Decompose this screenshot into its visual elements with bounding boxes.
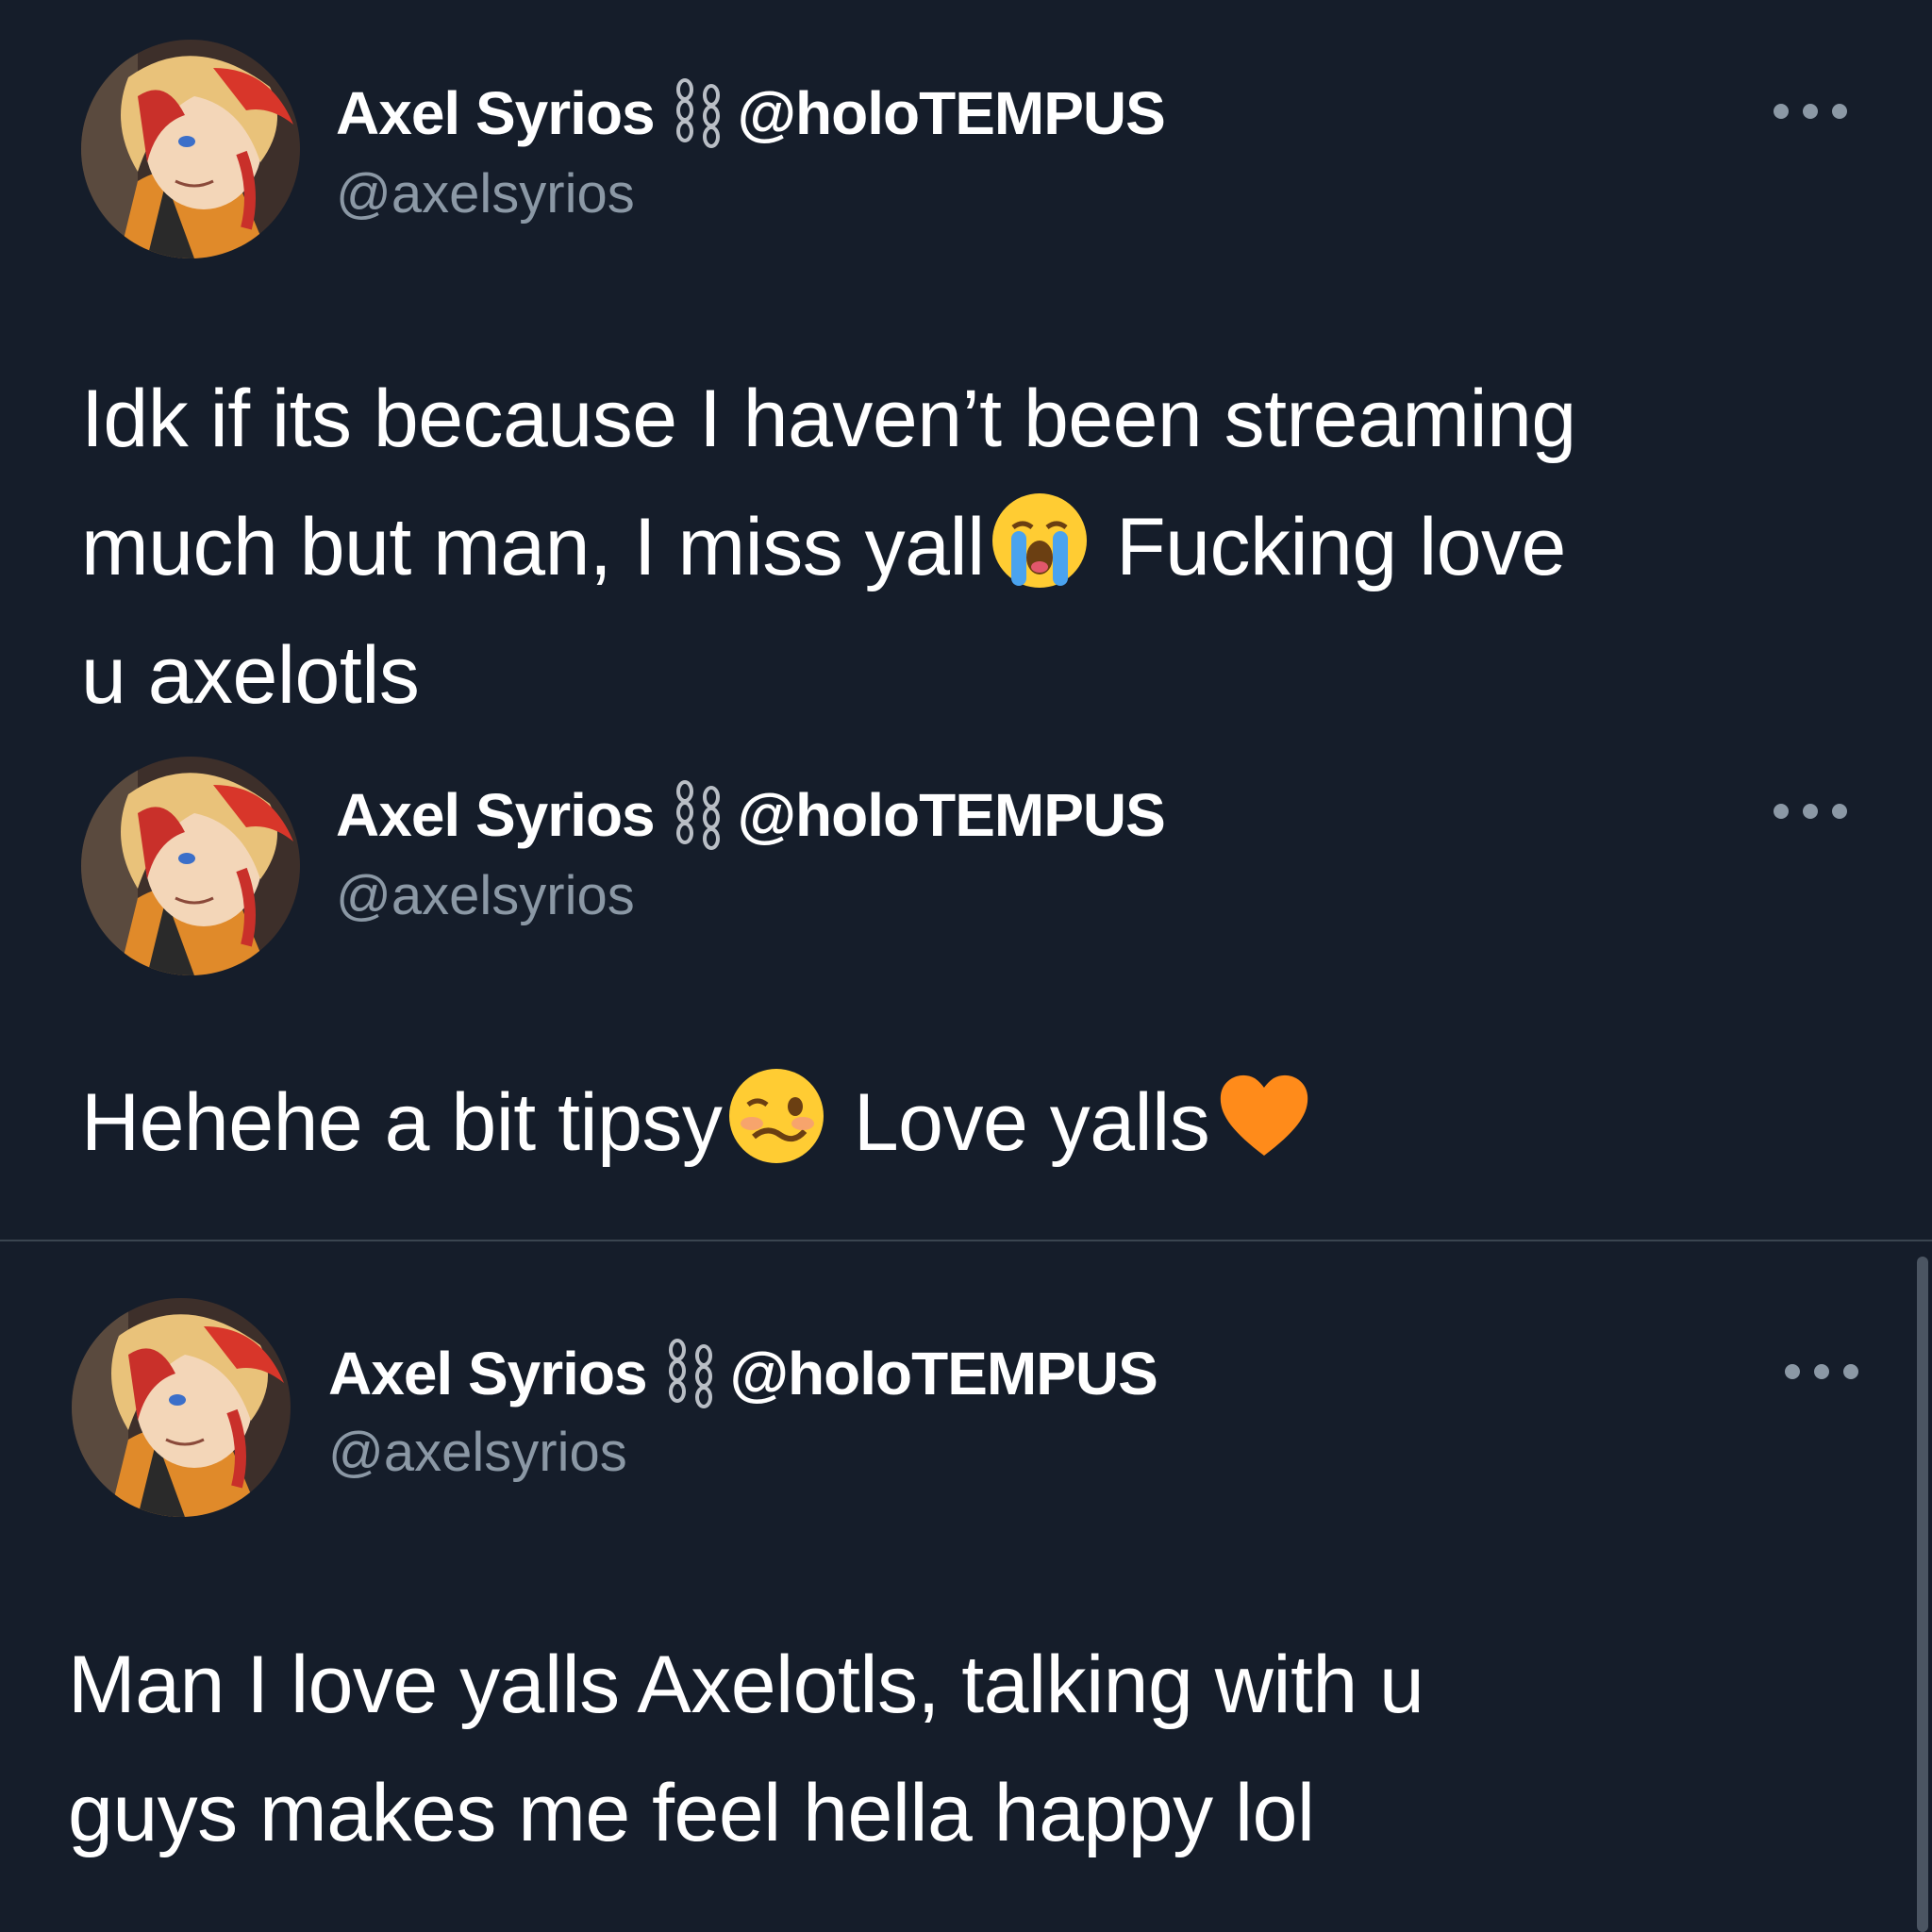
chain-link-icon bbox=[657, 1337, 724, 1410]
more-dot bbox=[1832, 104, 1847, 119]
more-dot bbox=[1803, 104, 1818, 119]
avatar-image bbox=[81, 40, 300, 258]
user-handle[interactable]: @axelsyrios bbox=[336, 162, 635, 225]
tweet-text: Man I love yalls Axelotls, talking with … bbox=[68, 1621, 1424, 1877]
avatar[interactable] bbox=[81, 757, 300, 975]
tweet-1[interactable]: Axel Syrios @holoTEMPUS @axelsyrios Idk … bbox=[0, 0, 1932, 736]
loudly-crying-face-icon bbox=[989, 490, 1091, 591]
tweet-header: Axel Syrios @holoTEMPUS bbox=[328, 1336, 1158, 1411]
tweet-text-line: much but man, I miss yall Fucking love bbox=[81, 483, 1576, 611]
tweet-text-line: Hehehe a bit tipsy Love yalls bbox=[81, 1058, 1319, 1187]
tweet-text-segment: Fucking love bbox=[1116, 502, 1566, 592]
more-dot bbox=[1832, 804, 1847, 819]
more-dot bbox=[1774, 104, 1789, 119]
chain-link-icon bbox=[664, 76, 732, 150]
tweet-header: Axel Syrios @holoTEMPUS bbox=[336, 75, 1166, 151]
more-dot bbox=[1803, 804, 1818, 819]
scrollbar[interactable] bbox=[1917, 1257, 1928, 1932]
more-dot bbox=[1785, 1364, 1800, 1379]
user-handle[interactable]: @axelsyrios bbox=[328, 1421, 627, 1484]
avatar-image bbox=[72, 1298, 291, 1517]
tweet-text-segment: Love yalls bbox=[853, 1077, 1210, 1168]
tweet-2[interactable]: Axel Syrios @holoTEMPUS @axelsyrios Hehe… bbox=[0, 736, 1932, 1240]
user-handle[interactable]: @axelsyrios bbox=[336, 864, 635, 927]
avatar[interactable] bbox=[81, 40, 300, 258]
tweet-text-line: guys makes me feel hella happy lol bbox=[68, 1768, 1315, 1858]
affiliation-handle[interactable]: @holoTEMPUS bbox=[730, 1339, 1158, 1408]
tweet-text-segment: Hehehe a bit tipsy bbox=[81, 1077, 723, 1168]
tweet-text: Idk if its because I haven’t been stream… bbox=[81, 355, 1576, 740]
chain-link-icon bbox=[664, 778, 732, 852]
display-name[interactable]: Axel Syrios bbox=[328, 1339, 648, 1408]
tweet-text-line: u axelotls bbox=[81, 630, 420, 721]
more-dot bbox=[1814, 1364, 1829, 1379]
tweet-text-segment: much but man, I miss yall bbox=[81, 502, 985, 592]
display-name[interactable]: Axel Syrios bbox=[336, 78, 656, 148]
tweet-header: Axel Syrios @holoTEMPUS bbox=[336, 777, 1166, 853]
tweet-feed: Axel Syrios @holoTEMPUS @axelsyrios Idk … bbox=[0, 0, 1932, 1932]
tweet-text: Hehehe a bit tipsy Love yalls bbox=[81, 1058, 1319, 1187]
more-dot bbox=[1843, 1364, 1858, 1379]
more-options-icon[interactable] bbox=[1774, 102, 1847, 121]
more-options-icon[interactable] bbox=[1774, 802, 1847, 821]
tweet-3[interactable]: Axel Syrios @holoTEMPUS @axelsyrios Man … bbox=[0, 1241, 1932, 1932]
avatar-image bbox=[81, 757, 300, 975]
orange-heart-icon bbox=[1213, 1065, 1315, 1167]
tweet-text-line: Man I love yalls Axelotls, talking with … bbox=[68, 1640, 1424, 1730]
affiliation-handle[interactable]: @holoTEMPUS bbox=[738, 78, 1166, 148]
affiliation-handle[interactable]: @holoTEMPUS bbox=[738, 780, 1166, 850]
tweet-text-line: Idk if its because I haven’t been stream… bbox=[81, 374, 1576, 464]
woozy-face-icon bbox=[725, 1065, 827, 1167]
avatar[interactable] bbox=[72, 1298, 291, 1517]
display-name[interactable]: Axel Syrios bbox=[336, 780, 656, 850]
more-dot bbox=[1774, 804, 1789, 819]
more-options-icon[interactable] bbox=[1785, 1362, 1858, 1381]
